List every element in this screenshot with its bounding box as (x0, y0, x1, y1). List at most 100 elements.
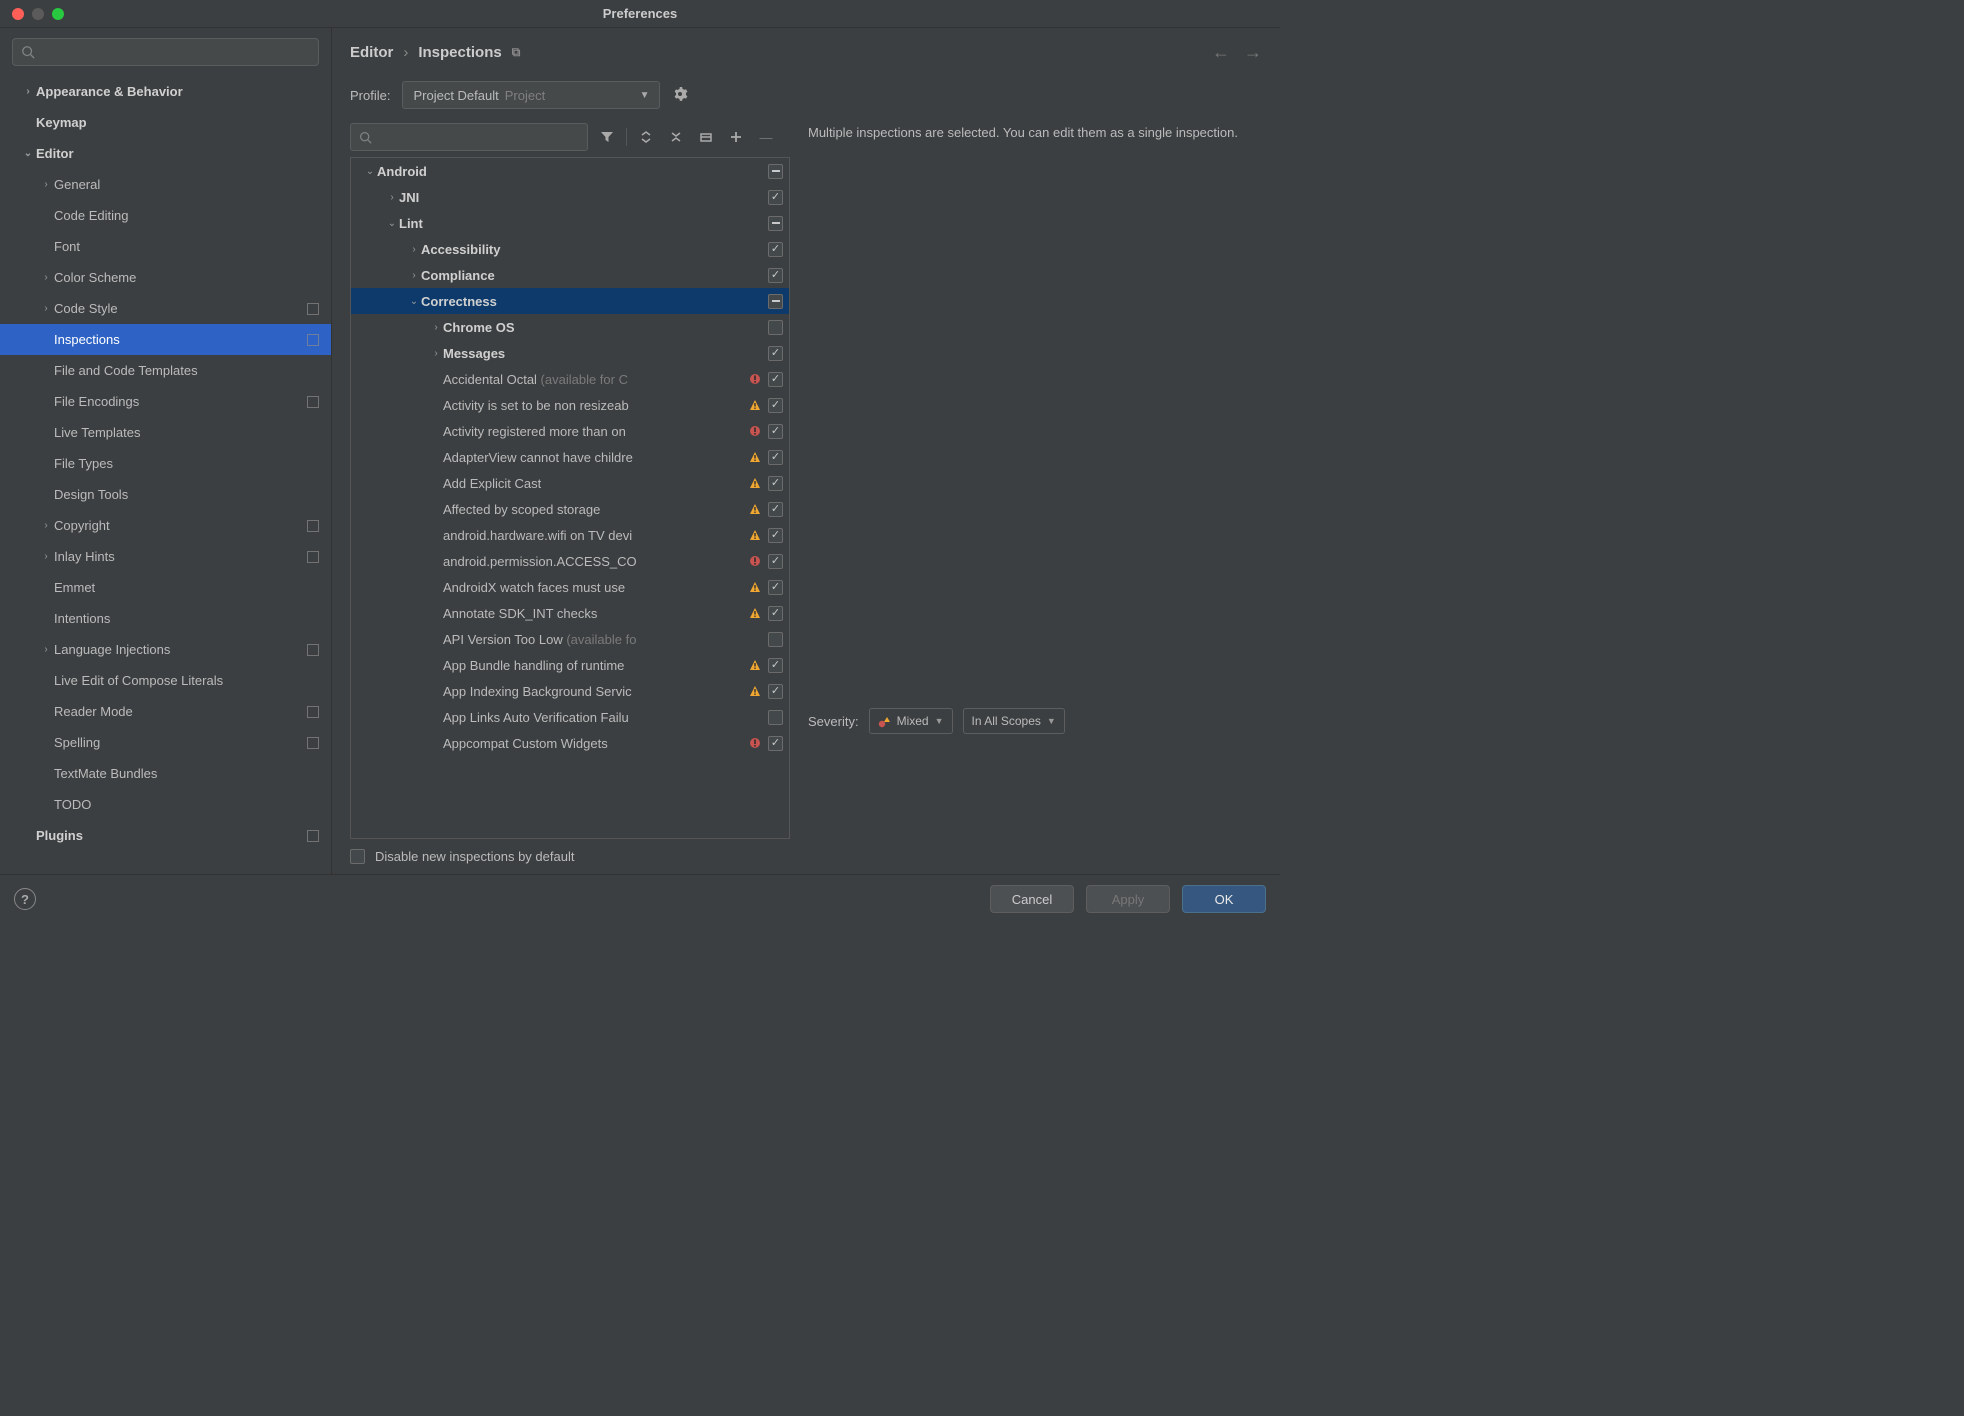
collapse-all-icon[interactable] (665, 126, 687, 148)
sidebar-item[interactable]: Spelling (0, 727, 331, 758)
inspection-checkbox[interactable] (768, 528, 783, 543)
sidebar-item[interactable]: ›Color Scheme (0, 262, 331, 293)
inspection-row[interactable]: Affected by scoped storage (351, 496, 789, 522)
disable-new-row[interactable]: Disable new inspections by default (350, 849, 790, 864)
inspection-row[interactable]: Activity registered more than on (351, 418, 789, 444)
sidebar-item[interactable]: ›Copyright (0, 510, 331, 541)
inspection-checkbox[interactable] (768, 320, 783, 335)
nav-back-icon[interactable]: ← (1212, 42, 1230, 63)
reset-icon[interactable]: ⧉ (512, 45, 521, 60)
inspection-row[interactable]: App Bundle handling of runtime (351, 652, 789, 678)
sidebar-item[interactable]: ›Language Injections (0, 634, 331, 665)
sidebar-item[interactable]: Inspections (0, 324, 331, 355)
inspection-row[interactable]: ›Messages (351, 340, 789, 366)
inspection-row[interactable]: AndroidX watch faces must use (351, 574, 789, 600)
inspection-row[interactable]: API Version Too Low (available fo (351, 626, 789, 652)
inspection-checkbox[interactable] (768, 450, 783, 465)
sidebar-item-label: TextMate Bundles (54, 766, 157, 781)
sidebar-tree[interactable]: ›Appearance & BehaviorKeymap⌄Editor›Gene… (0, 76, 331, 874)
inspection-checkbox[interactable] (768, 632, 783, 647)
expand-all-icon[interactable] (635, 126, 657, 148)
warning-icon (748, 580, 762, 594)
inspection-row[interactable]: Activity is set to be non resizeab (351, 392, 789, 418)
inspection-checkbox[interactable] (768, 736, 783, 751)
sidebar-item[interactable]: File Types (0, 448, 331, 479)
inspection-tree[interactable]: ⌄Android ›JNI ⌄Lint ›Accessibility ›Comp… (350, 157, 790, 839)
inspection-checkbox[interactable] (768, 502, 783, 517)
inspection-checkbox[interactable] (768, 710, 783, 725)
inspection-row[interactable]: android.permission.ACCESS_CO (351, 548, 789, 574)
filter-icon[interactable] (596, 126, 618, 148)
sidebar-search[interactable] (12, 38, 319, 66)
inspection-checkbox[interactable] (768, 684, 783, 699)
inspection-checkbox[interactable] (768, 216, 783, 231)
inspection-row[interactable]: ›Chrome OS (351, 314, 789, 340)
sidebar-item[interactable]: Font (0, 231, 331, 262)
remove-icon[interactable]: — (755, 126, 777, 148)
nav-forward-icon[interactable]: → (1244, 42, 1262, 63)
sidebar-item[interactable]: Plugins (0, 820, 331, 851)
inspection-row[interactable]: Annotate SDK_INT checks (351, 600, 789, 626)
inspection-checkbox[interactable] (768, 190, 783, 205)
ok-button[interactable]: OK (1182, 885, 1266, 913)
inspection-row[interactable]: AdapterView cannot have childre (351, 444, 789, 470)
sidebar-item[interactable]: File and Code Templates (0, 355, 331, 386)
inspection-checkbox[interactable] (768, 164, 783, 179)
sidebar-item[interactable]: Intentions (0, 603, 331, 634)
inspection-checkbox[interactable] (768, 346, 783, 361)
inspection-row[interactable]: Add Explicit Cast (351, 470, 789, 496)
reset-default-icon[interactable] (695, 126, 717, 148)
sidebar-item-label: Code Style (54, 301, 118, 316)
sidebar-item[interactable]: ›Code Style (0, 293, 331, 324)
disable-new-checkbox[interactable] (350, 849, 365, 864)
inspection-row[interactable]: ⌄Correctness (351, 288, 789, 314)
inspection-checkbox[interactable] (768, 658, 783, 673)
sidebar-item[interactable]: ›General (0, 169, 331, 200)
breadcrumb-parent[interactable]: Editor (350, 44, 393, 61)
help-button[interactable]: ? (14, 888, 36, 910)
cancel-button[interactable]: Cancel (990, 885, 1074, 913)
sidebar-item[interactable]: Live Templates (0, 417, 331, 448)
add-icon[interactable] (725, 126, 747, 148)
inspection-row[interactable]: ›Compliance (351, 262, 789, 288)
profile-select[interactable]: Project Default Project ▼ (402, 81, 660, 109)
sidebar-item[interactable]: Design Tools (0, 479, 331, 510)
inspection-checkbox[interactable] (768, 242, 783, 257)
sidebar-item[interactable]: Reader Mode (0, 696, 331, 727)
sidebar-item[interactable]: Keymap (0, 107, 331, 138)
severity-scope-select[interactable]: In All Scopes ▼ (963, 708, 1065, 734)
sidebar-item[interactable]: ⌄Editor (0, 138, 331, 169)
inspection-checkbox[interactable] (768, 294, 783, 309)
inspection-search[interactable] (350, 123, 588, 151)
inspection-row[interactable]: App Indexing Background Servic (351, 678, 789, 704)
inspection-checkbox[interactable] (768, 424, 783, 439)
sidebar-item[interactable]: File Encodings (0, 386, 331, 417)
inspection-checkbox[interactable] (768, 476, 783, 491)
sidebar-item[interactable]: Emmet (0, 572, 331, 603)
inspection-checkbox[interactable] (768, 580, 783, 595)
sidebar-item[interactable]: TODO (0, 789, 331, 820)
inspection-checkbox[interactable] (768, 268, 783, 283)
inspection-checkbox[interactable] (768, 398, 783, 413)
inspection-row[interactable]: ⌄Lint (351, 210, 789, 236)
inspection-row[interactable]: ⌄Android (351, 158, 789, 184)
inspection-checkbox[interactable] (768, 606, 783, 621)
sidebar-item[interactable]: ›Appearance & Behavior (0, 76, 331, 107)
inspection-row[interactable]: Appcompat Custom Widgets (351, 730, 789, 756)
inspection-row[interactable]: App Links Auto Verification Failu (351, 704, 789, 730)
sidebar-item[interactable]: Code Editing (0, 200, 331, 231)
inspection-row[interactable]: ›JNI (351, 184, 789, 210)
inspection-row[interactable]: Accidental Octal (available for C (351, 366, 789, 392)
severity-select[interactable]: Mixed ▼ (869, 708, 953, 734)
sidebar-item[interactable]: TextMate Bundles (0, 758, 331, 789)
chevron-right-icon: › (38, 272, 54, 283)
inspection-row[interactable]: android.hardware.wifi on TV devi (351, 522, 789, 548)
gear-icon[interactable] (672, 86, 688, 105)
inspection-row[interactable]: ›Accessibility (351, 236, 789, 262)
chevron-right-icon: › (38, 551, 54, 562)
sidebar-item[interactable]: Live Edit of Compose Literals (0, 665, 331, 696)
sidebar-item[interactable]: ›Inlay Hints (0, 541, 331, 572)
apply-button[interactable]: Apply (1086, 885, 1170, 913)
inspection-checkbox[interactable] (768, 372, 783, 387)
inspection-checkbox[interactable] (768, 554, 783, 569)
